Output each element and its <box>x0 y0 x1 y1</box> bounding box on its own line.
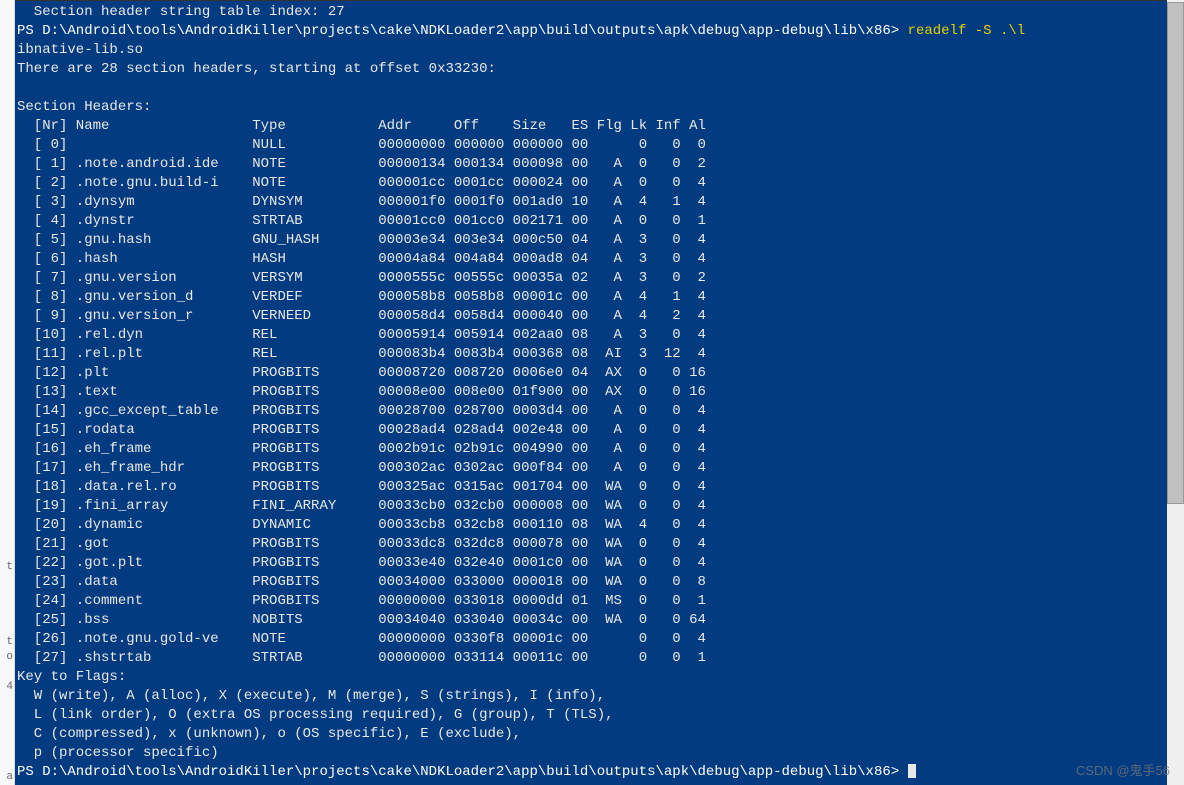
scrollbar-thumb[interactable] <box>1167 2 1184 504</box>
watermark: CSDN @鬼手56 <box>1076 760 1170 779</box>
scrollbar[interactable] <box>1167 0 1184 785</box>
editor-gutter: t t o 4 a g t r o i c e t <box>0 0 15 785</box>
terminal-output[interactable]: Section header string table index: 27 PS… <box>15 0 1167 785</box>
